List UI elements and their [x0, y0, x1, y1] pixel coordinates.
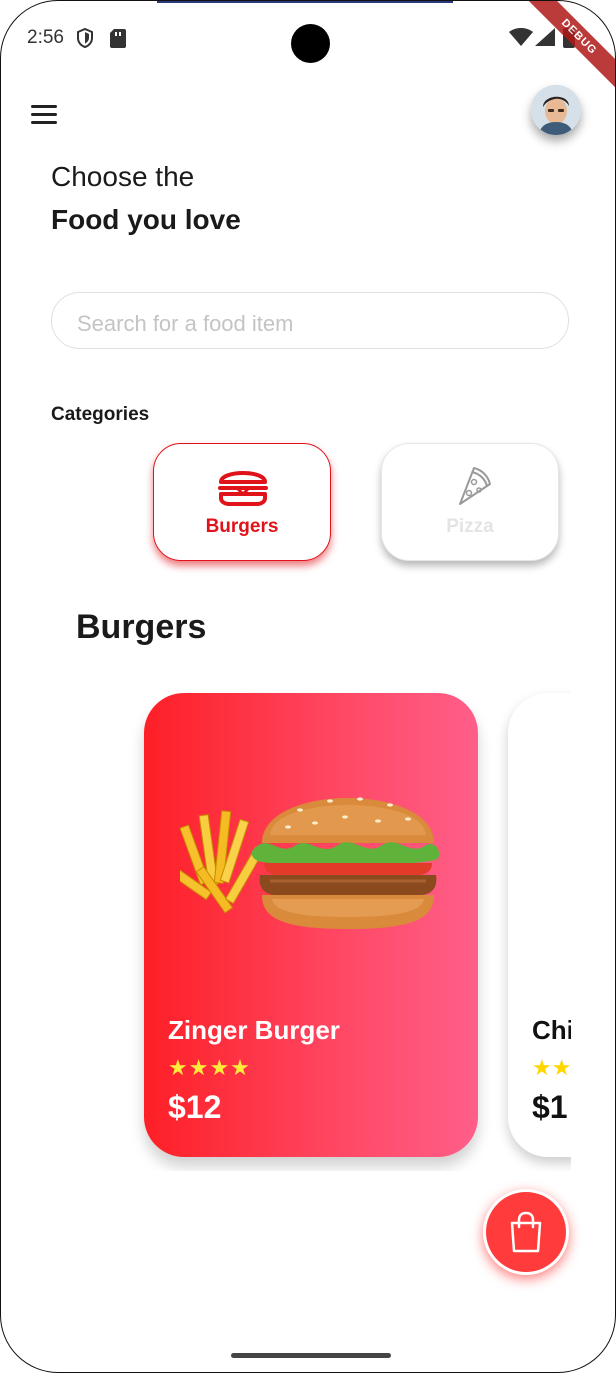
rating-stars: ★★★★ [168, 1055, 251, 1080]
category-pizza-label: Pizza [446, 516, 494, 537]
cart-button[interactable] [483, 1189, 569, 1275]
user-avatar[interactable] [531, 85, 581, 135]
category-burgers[interactable]: Burgers [153, 443, 331, 561]
shopping-bag-icon [510, 1211, 542, 1253]
food-price-partial: $1 [532, 1089, 568, 1125]
section-title: Burgers [76, 608, 207, 646]
categories-title: Categories [51, 404, 150, 425]
food-name: Zinger Burger [168, 1015, 340, 1045]
food-card-second[interactable]: Chi ★★ $1 [508, 693, 571, 1157]
phone-screen: 2:56 DEBUG Choose the Food you love Sear… [0, 0, 616, 1373]
burger-fries-image [180, 797, 440, 929]
food-price: $12 [168, 1089, 222, 1125]
status-time: 2:56 [27, 27, 64, 48]
headline-line1: Choose the [51, 161, 195, 192]
category-burgers-label: Burgers [205, 516, 279, 537]
food-card-zinger-burger[interactable]: Zinger Burger ★★★★ $12 [144, 693, 478, 1157]
category-pizza[interactable]: Pizza [381, 443, 559, 561]
headline-line2: Food you love [51, 204, 241, 235]
pizza-icon [459, 467, 491, 505]
food-carousel[interactable]: Zinger Burger ★★★★ $12 Chi ★★ $1 [1, 681, 571, 1171]
search-placeholder: Search for a food item [77, 311, 294, 336]
food-name-partial: Chi [532, 1015, 571, 1045]
burger-icon [218, 471, 268, 506]
rating-stars-partial: ★★ [532, 1055, 571, 1080]
debug-banner: DEBUG [515, 1, 615, 101]
home-indicator[interactable] [231, 1353, 391, 1358]
search-input[interactable]: Search for a food item [51, 292, 569, 349]
wifi-icon [509, 28, 533, 46]
sd-card-icon [110, 29, 126, 48]
signal-icon [535, 28, 555, 46]
shield-icon [77, 28, 93, 48]
hamburger-menu-icon[interactable] [29, 103, 61, 127]
avatar-image [531, 85, 581, 135]
top-edge-line [157, 1, 453, 3]
front-camera [291, 24, 330, 63]
